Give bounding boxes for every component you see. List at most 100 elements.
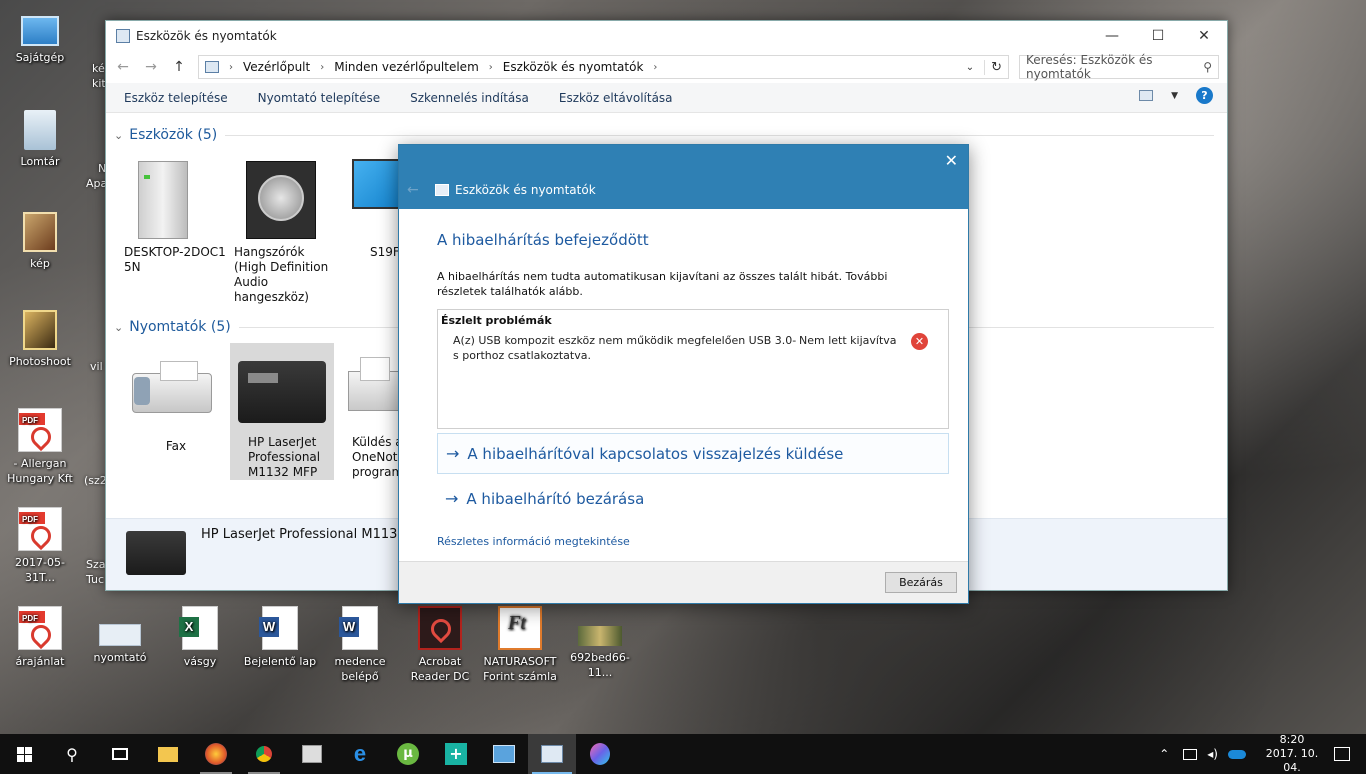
refresh-icon[interactable]: ↻	[984, 59, 1002, 75]
taskbar-devices-printers[interactable]	[528, 734, 576, 774]
photo-app-icon	[302, 745, 322, 763]
minimize-button[interactable]: —	[1089, 21, 1135, 51]
add-device-button[interactable]: Eszköz telepítése	[124, 91, 228, 105]
search-input[interactable]: Keresés: Eszközök és nyomtatók ⚲	[1019, 53, 1219, 81]
close-button[interactable]: ✕	[1181, 21, 1227, 51]
computer-tower-icon	[124, 153, 228, 245]
chevron-down-icon[interactable]: ▼	[1171, 91, 1178, 101]
link-label: A hibaelhárító bezárása	[466, 489, 645, 508]
desktop-icon-medence-belepo[interactable]: W medence belépő	[322, 606, 398, 684]
folder-icon	[158, 746, 178, 762]
device-label: Hangszórók (High Definition Audio hanges…	[234, 245, 329, 304]
search-icon: ⚲	[66, 744, 78, 764]
windows-logo-icon	[16, 746, 32, 762]
breadcrumb-item[interactable]: Minden vezérlőpultelem	[334, 60, 479, 74]
utorrent-icon: µ	[397, 743, 419, 765]
close-button[interactable]: Bezárás	[885, 572, 957, 593]
taskbar-app-photo[interactable]	[288, 734, 336, 774]
forward-arrow-icon[interactable]: →	[142, 59, 160, 75]
partial-desktop-label: Tuc	[86, 573, 105, 586]
view-options-icon[interactable]	[1139, 90, 1154, 101]
partial-desktop-label: vil	[90, 360, 103, 373]
desktop-icon-bejelento-lap[interactable]: W Bejelentő lap	[242, 606, 318, 669]
taskbar-app-balloon[interactable]	[576, 734, 624, 774]
desktop-icon-label: medence belépő	[334, 655, 386, 683]
problem-description: A(z) USB kompozit eszköz nem működik meg…	[453, 334, 797, 362]
taskbar-app-plus[interactable]: +	[432, 734, 480, 774]
command-bar: Eszköz telepítése Nyomtató telepítése Sz…	[106, 83, 1227, 113]
link-label: A hibaelhárítóval kapcsolatos visszajelz…	[467, 444, 844, 463]
devices-printers-icon	[541, 745, 563, 763]
breadcrumb-item[interactable]: Eszközök és nyomtatók	[503, 60, 644, 74]
taskbar-file-explorer[interactable]	[144, 734, 192, 774]
fax-icon	[124, 343, 228, 435]
device-speakers[interactable]: Hangszórók (High Definition Audio hanges…	[234, 153, 338, 305]
start-button[interactable]	[0, 734, 48, 774]
taskbar-control-panel[interactable]	[480, 734, 528, 774]
problem-row: A(z) USB kompozit eszköz nem működik meg…	[441, 333, 945, 363]
devices-group-header[interactable]: ⌄ Eszközök (5)	[114, 127, 1214, 143]
desktop-icon-vasgy[interactable]: X vásgy	[162, 606, 238, 669]
maximize-button[interactable]: ☐	[1135, 21, 1181, 51]
remove-device-button[interactable]: Eszköz eltávolítása	[559, 91, 673, 105]
group-title: Eszközök (5)	[129, 127, 218, 143]
error-icon: ✕	[911, 333, 928, 350]
desktop-icon-label: - Allergan Hungary Kft	[7, 457, 73, 485]
desktop-icon-label: nyomtató	[93, 651, 147, 664]
desktop-icon-allergan[interactable]: PDF - Allergan Hungary Kft	[2, 408, 78, 486]
taskbar-clock[interactable]: 8:20 2017. 10. 04.	[1258, 733, 1326, 774]
desktop-icon-naturasoft[interactable]: Ft NATURASOFT Forint számla	[482, 606, 558, 684]
chevron-up-icon[interactable]: ⌃	[1159, 747, 1169, 761]
device-desktop[interactable]: DESKTOP-2DOC15N	[124, 153, 228, 275]
desktop-icon-label: Acrobat Reader DC	[410, 655, 470, 683]
firefox-icon	[205, 743, 227, 765]
add-printer-button[interactable]: Nyomtató telepítése	[258, 91, 381, 105]
chevron-down-icon: ⌄	[114, 128, 124, 142]
devices-printers-icon	[435, 184, 449, 196]
printer-hp-laserjet[interactable]: HP LaserJet Professional M1132 MFP	[230, 343, 334, 480]
close-troubleshooter-link[interactable]: → A hibaelhárító bezárása	[437, 478, 949, 519]
back-arrow-icon[interactable]: ←	[114, 59, 132, 75]
desktop-icon-acrobat[interactable]: Acrobat Reader DC	[402, 606, 478, 684]
desktop-icon-arajanlat[interactable]: PDF árajánlat	[2, 606, 78, 669]
close-icon[interactable]: ✕	[945, 151, 958, 170]
desktop-icon-label: 2017-05-31T...	[15, 556, 65, 584]
desktop-icon-label: Sajátgép	[15, 51, 65, 64]
desktop-icon-lomtar[interactable]: Lomtár	[2, 110, 78, 169]
up-arrow-icon[interactable]: ↑	[170, 59, 188, 75]
breadcrumb-item[interactable]: Vezérlőpult	[243, 60, 310, 74]
notifications-icon[interactable]	[1334, 747, 1350, 761]
address-bar[interactable]: › Vezérlőpult › Minden vezérlőpultelem ›…	[198, 55, 1009, 79]
desktop-icon-kep[interactable]: kép	[2, 212, 78, 271]
onedrive-icon[interactable]	[1228, 749, 1246, 759]
taskbar-firefox[interactable]	[192, 734, 240, 774]
taskbar-edge[interactable]: e	[336, 734, 384, 774]
help-icon[interactable]: ?	[1196, 87, 1213, 104]
desktop-icon-sajatgep[interactable]: Sajátgép	[2, 12, 78, 65]
window-title: Eszközök és nyomtatók	[136, 29, 277, 43]
volume-icon[interactable]: ◂)	[1207, 747, 1218, 761]
view-details-link[interactable]: Részletes információ megtekintése	[437, 535, 948, 548]
search-button[interactable]: ⚲	[48, 734, 96, 774]
task-view-button[interactable]	[96, 734, 144, 774]
network-icon[interactable]	[1183, 748, 1198, 760]
desktop-icon-nyomtato[interactable]: nyomtató	[82, 606, 158, 665]
breadcrumb-separator-icon: ›	[488, 61, 493, 73]
partial-desktop-label: kit	[92, 77, 106, 90]
desktop-icon-2017-05-31[interactable]: PDF 2017-05-31T...	[2, 507, 78, 585]
dialog-window-title: Eszközök és nyomtatók	[455, 183, 596, 197]
chevron-down-icon[interactable]: ⌄	[966, 62, 974, 73]
taskbar-utorrent[interactable]: µ	[384, 734, 432, 774]
dialog-heading: A hibaelhárítás befejeződött	[437, 231, 649, 249]
desktop-icon-label: Bejelentő lap	[243, 655, 317, 668]
printer-fax[interactable]: Fax	[124, 343, 228, 454]
desktop-icon-692bed66[interactable]: 692bed66-11...	[562, 606, 638, 680]
start-scan-button[interactable]: Szkennelés indítása	[410, 91, 529, 105]
search-icon: ⚲	[1203, 60, 1212, 74]
speaker-icon	[234, 153, 338, 245]
chrome-icon	[253, 743, 275, 765]
desktop-icon-photoshoot[interactable]: Photoshoot	[2, 310, 78, 369]
back-arrow-icon[interactable]: ←	[407, 182, 419, 198]
taskbar-chrome[interactable]	[240, 734, 288, 774]
send-feedback-link[interactable]: → A hibaelhárítóval kapcsolatos visszaje…	[437, 433, 949, 474]
